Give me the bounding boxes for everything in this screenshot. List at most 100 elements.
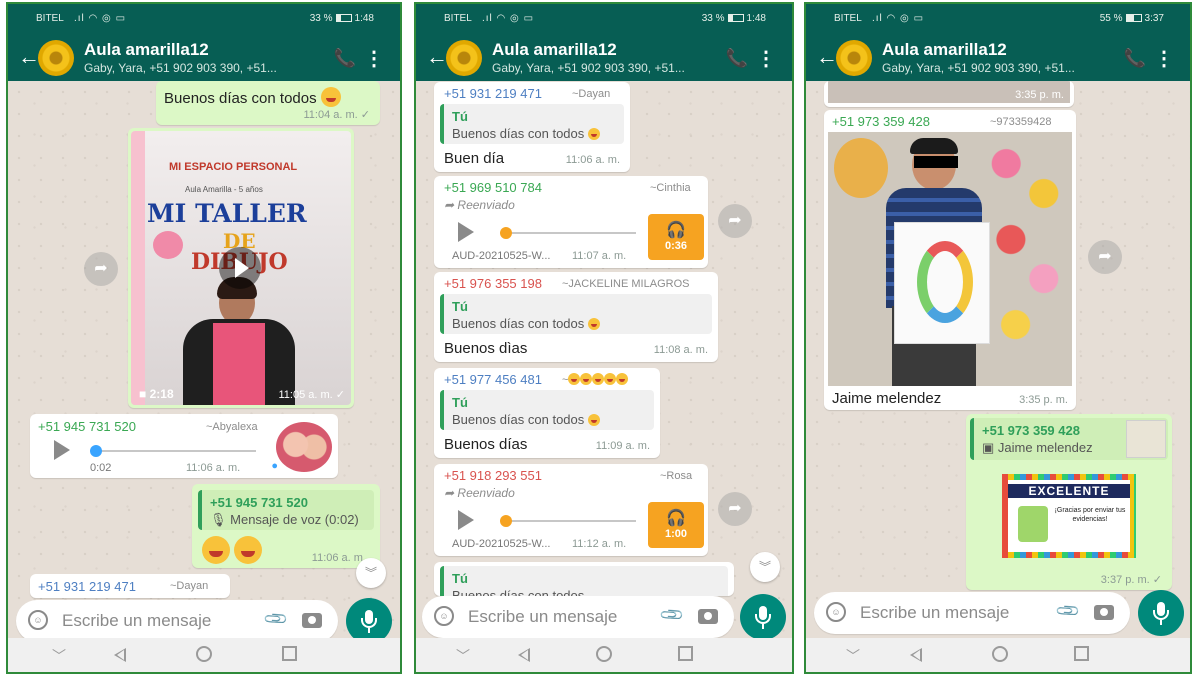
- hugging-emoji-icon: [587, 414, 600, 426]
- mic-button[interactable]: [740, 594, 786, 640]
- group-members[interactable]: Gaby, Yara, +51 902 903 390, +51...: [882, 61, 1075, 75]
- attach-icon[interactable]: 📎: [1054, 597, 1082, 625]
- group-avatar[interactable]: [38, 40, 74, 76]
- group-title[interactable]: Aula amarilla12: [492, 40, 617, 60]
- quoted-message[interactable]: Tú Buenos días con todos: [440, 390, 654, 430]
- nav-home-icon[interactable]: [596, 646, 612, 662]
- nav-recents-icon[interactable]: [282, 646, 297, 661]
- add-call-icon[interactable]: 📞: [1124, 48, 1146, 69]
- group-members[interactable]: Gaby, Yara, +51 902 903 390, +51...: [492, 61, 685, 75]
- nav-hide-icon[interactable]: ﹀: [52, 646, 66, 666]
- photo-thumbnail[interactable]: [828, 132, 1072, 386]
- voice-message[interactable]: +51 945 731 520 ~Abyalexa 0:02 11:06 a. …: [30, 414, 338, 478]
- more-vert-icon[interactable]: ⋮: [364, 46, 384, 71]
- sticker-title: EXCELENTE: [1008, 484, 1130, 498]
- message-time: 11:06 a. m.: [311, 552, 366, 564]
- attach-icon[interactable]: 📎: [262, 605, 290, 633]
- message-bubble[interactable]: +51 931 219 471 ~Dayan: [30, 574, 230, 598]
- message-bubble[interactable]: Buenos días con todos 11:04 a. m. ✓: [156, 81, 380, 125]
- message-time: 11:05 a. m.: [278, 389, 333, 401]
- quoted-message[interactable]: +51 973 359 428 ▣ Jaime melendez: [970, 418, 1168, 460]
- group-avatar[interactable]: [446, 40, 482, 76]
- sender-number: +51 918 293 551: [444, 468, 542, 483]
- reply-sticker-message[interactable]: +51 973 359 428 ▣ Jaime melendez EXCELEN…: [966, 414, 1172, 590]
- nav-hide-icon[interactable]: ﹀: [846, 646, 860, 666]
- message-input[interactable]: ☺ Escribe un mensaje 📎: [16, 600, 338, 642]
- sign-aula: Aula Amarilla - 5 años: [185, 185, 263, 194]
- mic-button[interactable]: [1138, 590, 1184, 636]
- message-bubble[interactable]: +51 977 456 481 ~ Tú Buenos días con tod…: [434, 368, 660, 458]
- message-time: 11:06 a. m.: [565, 154, 620, 166]
- image-message[interactable]: +51 973 359 428 ~973359428 Jaime melende…: [824, 110, 1076, 410]
- nav-home-icon[interactable]: [992, 646, 1008, 662]
- headphones-icon: 🎧: [666, 222, 686, 239]
- censor-bar: [914, 156, 958, 168]
- play-audio-icon[interactable]: [458, 222, 474, 242]
- audio-progress-track[interactable]: [506, 232, 636, 234]
- attach-icon[interactable]: 📎: [658, 601, 686, 629]
- emoji-icon[interactable]: ☺: [28, 610, 48, 630]
- quote-author: Tú: [452, 571, 468, 586]
- forward-icon[interactable]: ➦: [718, 204, 752, 238]
- forward-icon[interactable]: ➦: [84, 252, 118, 286]
- group-title[interactable]: Aula amarilla12: [882, 40, 1007, 60]
- message-bubble[interactable]: +51 931 219 471 ~Dayan Tú Buenos días co…: [434, 82, 630, 172]
- quote-text: Buenos días con todos: [452, 126, 585, 141]
- message-bubble[interactable]: +51 976 355 198 ~JACKELINE MILAGROS Tú B…: [434, 272, 718, 362]
- scroll-down-icon[interactable]: ︾: [356, 558, 386, 588]
- scroll-down-icon[interactable]: ︾: [750, 552, 780, 582]
- more-vert-icon[interactable]: ⋮: [1154, 46, 1174, 71]
- play-video-icon[interactable]: [219, 247, 261, 289]
- message-input[interactable]: ☺ Escribe un mensaje 📎: [814, 592, 1130, 634]
- forward-icon[interactable]: ➦: [718, 492, 752, 526]
- audio-progress-track[interactable]: [96, 450, 256, 452]
- emoji-icon[interactable]: ☺: [826, 602, 846, 622]
- forwarded-voice-message[interactable]: +51 918 293 551 ~Rosa ➦ Reenviado AUD-20…: [434, 464, 708, 556]
- nav-back-icon[interactable]: [114, 648, 126, 662]
- audio-scrubber[interactable]: [500, 515, 512, 527]
- video-thumbnail[interactable]: MI ESPACIO PERSONAL Aula Amarilla - 5 añ…: [131, 131, 351, 405]
- image-message[interactable]: 3:35 p. m.: [824, 81, 1074, 107]
- group-avatar[interactable]: [836, 40, 872, 76]
- forward-icon[interactable]: ➦: [1088, 240, 1122, 274]
- back-arrow-icon[interactable]: ←: [18, 44, 40, 70]
- more-vert-icon[interactable]: ⋮: [756, 46, 776, 71]
- audio-progress-track[interactable]: [506, 520, 636, 522]
- camera-icon[interactable]: [302, 613, 322, 628]
- nav-home-icon[interactable]: [196, 646, 212, 662]
- emoji-icon[interactable]: ☺: [434, 606, 454, 626]
- play-audio-icon[interactable]: [54, 440, 70, 460]
- camera-icon[interactable]: [698, 609, 718, 624]
- add-call-icon[interactable]: 📞: [726, 48, 748, 69]
- carrier-label: BITEL: [36, 13, 64, 24]
- forwarded-label: Reenviado: [457, 198, 515, 212]
- chat-header: ← Aula amarilla12 Gaby, Yara, +51 902 90…: [806, 36, 1190, 81]
- audio-duration: 1:00: [664, 528, 688, 540]
- nav-back-icon[interactable]: [910, 648, 922, 662]
- battery-percent: 55 %: [1099, 13, 1123, 24]
- group-title[interactable]: Aula amarilla12: [84, 40, 209, 60]
- quoted-message[interactable]: Tú Buenos días con todos: [440, 104, 624, 144]
- sender-alias: ~Abyalexa: [206, 421, 258, 433]
- quoted-message[interactable]: Tú Buenos días con todos: [440, 294, 712, 334]
- hugging-emoji-icon: [587, 128, 600, 140]
- back-arrow-icon[interactable]: ←: [426, 44, 448, 70]
- video-message[interactable]: MI ESPACIO PERSONAL Aula Amarilla - 5 añ…: [128, 128, 354, 408]
- back-arrow-icon[interactable]: ←: [816, 44, 838, 70]
- forwarded-voice-message[interactable]: +51 969 510 784 ~Cinthia ➦ Reenviado AUD…: [434, 176, 708, 268]
- group-members[interactable]: Gaby, Yara, +51 902 903 390, +51...: [84, 61, 277, 75]
- message-bubble[interactable]: Tú Buenos días con todos: [434, 562, 734, 596]
- quoted-message[interactable]: Tú Buenos días con todos: [440, 566, 728, 596]
- reply-message[interactable]: +51 945 731 520 🎙 Mensaje de voz (0:02) …: [192, 484, 380, 568]
- nav-recents-icon[interactable]: [678, 646, 693, 661]
- audio-scrubber[interactable]: [500, 227, 512, 239]
- quoted-message[interactable]: +51 945 731 520 🎙 Mensaje de voz (0:02): [198, 490, 374, 530]
- nav-hide-icon[interactable]: ﹀: [456, 646, 470, 666]
- nav-back-icon[interactable]: [518, 648, 530, 662]
- add-call-icon[interactable]: 📞: [334, 48, 356, 69]
- message-input[interactable]: ☺ Escribe un mensaje 📎: [422, 596, 734, 638]
- camera-icon[interactable]: [1094, 605, 1114, 620]
- play-audio-icon[interactable]: [458, 510, 474, 530]
- nav-recents-icon[interactable]: [1074, 646, 1089, 661]
- audio-scrubber[interactable]: [90, 445, 102, 457]
